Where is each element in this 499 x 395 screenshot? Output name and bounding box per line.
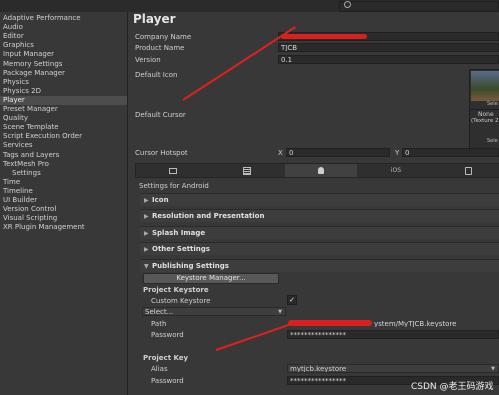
keystore-password-field[interactable]: **************** (287, 330, 499, 339)
sidebar-item[interactable]: Audio (3, 23, 23, 32)
cursor-select-label: Sele (487, 138, 498, 144)
sidebar-item[interactable]: Version Control (3, 205, 56, 214)
product-name-label: Product Name (135, 44, 185, 52)
custom-keystore-checkbox[interactable]: ✓ (287, 295, 297, 305)
sidebar-item[interactable]: Visual Scripting (3, 214, 57, 223)
collapse-arrow-icon: ▼ (144, 263, 149, 270)
sidebar-item[interactable]: Editor (3, 32, 24, 41)
expand-arrow-icon: ▶ (144, 213, 149, 220)
hotspot-y-label: Y (395, 149, 400, 157)
chevron-down-icon: ▼ (278, 309, 282, 315)
tab-ios[interactable]: iOS (362, 164, 430, 177)
hotspot-x-field[interactable]: 0 (286, 148, 390, 157)
section-resolution[interactable]: ▶ Resolution and Presentation (140, 209, 499, 222)
sidebar-item[interactable]: Physics 2D (3, 87, 41, 96)
sidebar-item[interactable]: Memory Settings (3, 60, 62, 69)
sidebar-item[interactable]: Timeline (3, 187, 33, 196)
section-label: Icon (152, 196, 169, 204)
tab-webgl[interactable] (209, 164, 277, 177)
section-splash-image[interactable]: ▶ Splash Image (140, 226, 499, 239)
sidebar-item[interactable]: Graphics (3, 41, 34, 50)
annotation-arrow (215, 323, 291, 351)
sidebar-item[interactable]: Package Manager (3, 69, 65, 78)
version-label: Version (135, 56, 161, 64)
project-key-heading: Project Key (143, 354, 189, 362)
section-label: Publishing Settings (152, 262, 229, 270)
sidebar-item[interactable]: UI Builder (3, 196, 37, 205)
sidebar-item[interactable]: Settings (12, 169, 41, 178)
hotspot-x-label: X (278, 149, 283, 157)
keystore-select-dropdown[interactable]: Select... ▼ (142, 307, 286, 316)
sidebar-item[interactable]: Services (3, 141, 33, 150)
alias-label: Alias (151, 365, 168, 373)
keystore-password-label: Password (151, 331, 184, 339)
sidebar-item[interactable]: Script Execution Order (3, 132, 82, 141)
settings-for-android: Settings for Android (139, 182, 209, 190)
tab-android[interactable] (285, 164, 357, 177)
search-input[interactable] (339, 1, 499, 12)
project-keystore-heading: Project Keystore (143, 286, 209, 294)
default-icon-label: Default Icon (135, 71, 178, 79)
chevron-down-icon: ▼ (491, 366, 495, 372)
expand-arrow-icon: ▶ (144, 246, 149, 253)
dropdown-value: Select... (145, 308, 174, 316)
sidebar-item[interactable]: Scene Template (3, 123, 59, 132)
section-label: Other Settings (152, 245, 210, 253)
version-field[interactable]: 0.1 (278, 55, 499, 64)
sidebar-item[interactable]: Input Manager (3, 50, 54, 59)
custom-keystore-label: Custom Keystore (151, 297, 211, 305)
sidebar-item[interactable]: Time (3, 178, 20, 187)
sidebar-item[interactable]: Quality (3, 114, 28, 123)
expand-arrow-icon: ▶ (144, 230, 149, 237)
section-publishing-settings[interactable]: ▼ Publishing Settings (140, 259, 499, 272)
section-other-settings[interactable]: ▶ Other Settings (140, 242, 499, 255)
company-name-label: Company Name (135, 33, 192, 41)
cursor-texture-label: (Texture 2 (471, 118, 499, 124)
redaction-mark (288, 320, 372, 326)
platform-tabs: iOS (135, 163, 499, 178)
cursor-none-label: None (478, 111, 494, 118)
sidebar-item[interactable]: Preset Manager (3, 105, 58, 114)
monitor-icon (169, 168, 177, 174)
redaction-mark (281, 34, 367, 39)
page-title: Player (133, 12, 176, 26)
sidebar-item[interactable]: TextMesh Pro (3, 160, 49, 169)
dropdown-value: mytjcb.keystore (290, 365, 347, 373)
watermark: CSDN @老王码游戏 (411, 382, 494, 392)
product-name-field[interactable]: TJCB (278, 43, 499, 52)
sidebar-item[interactable]: Physics (3, 78, 29, 87)
sidebar-item[interactable]: Tags and Layers (3, 151, 59, 160)
icon-select-label: Sele (487, 101, 498, 107)
sidebar-item[interactable]: XR Plugin Management (3, 223, 85, 232)
tab-standalone[interactable] (136, 164, 204, 177)
default-cursor-label: Default Cursor (135, 111, 186, 119)
alias-dropdown[interactable]: mytjcb.keystore ▼ (287, 364, 499, 373)
keystore-path-label: Path (151, 320, 167, 328)
tab-other-platform[interactable] (432, 164, 499, 177)
section-label: Resolution and Presentation (152, 212, 265, 220)
icon-preview-image (471, 71, 499, 101)
section-icon[interactable]: ▶ Icon (140, 193, 499, 206)
sidebar-item[interactable]: Player (0, 95, 127, 105)
cursor-hotspot-label: Cursor Hotspot (135, 149, 188, 157)
sidebar-item[interactable]: Adaptive Performance (3, 14, 81, 23)
default-icon-slot[interactable]: Sele (469, 69, 499, 111)
expand-arrow-icon: ▶ (144, 197, 149, 204)
key-password-label: Password (151, 377, 184, 385)
hotspot-y-field[interactable]: 0 (402, 148, 499, 157)
default-cursor-slot[interactable]: None (Texture 2 Sele (469, 109, 499, 149)
keystore-manager-button[interactable]: Keystore Manager... (143, 273, 279, 284)
section-label: Splash Image (152, 229, 206, 237)
grid-icon (243, 167, 251, 175)
device-icon (465, 167, 472, 175)
search-icon (344, 1, 351, 8)
android-icon (318, 167, 324, 174)
